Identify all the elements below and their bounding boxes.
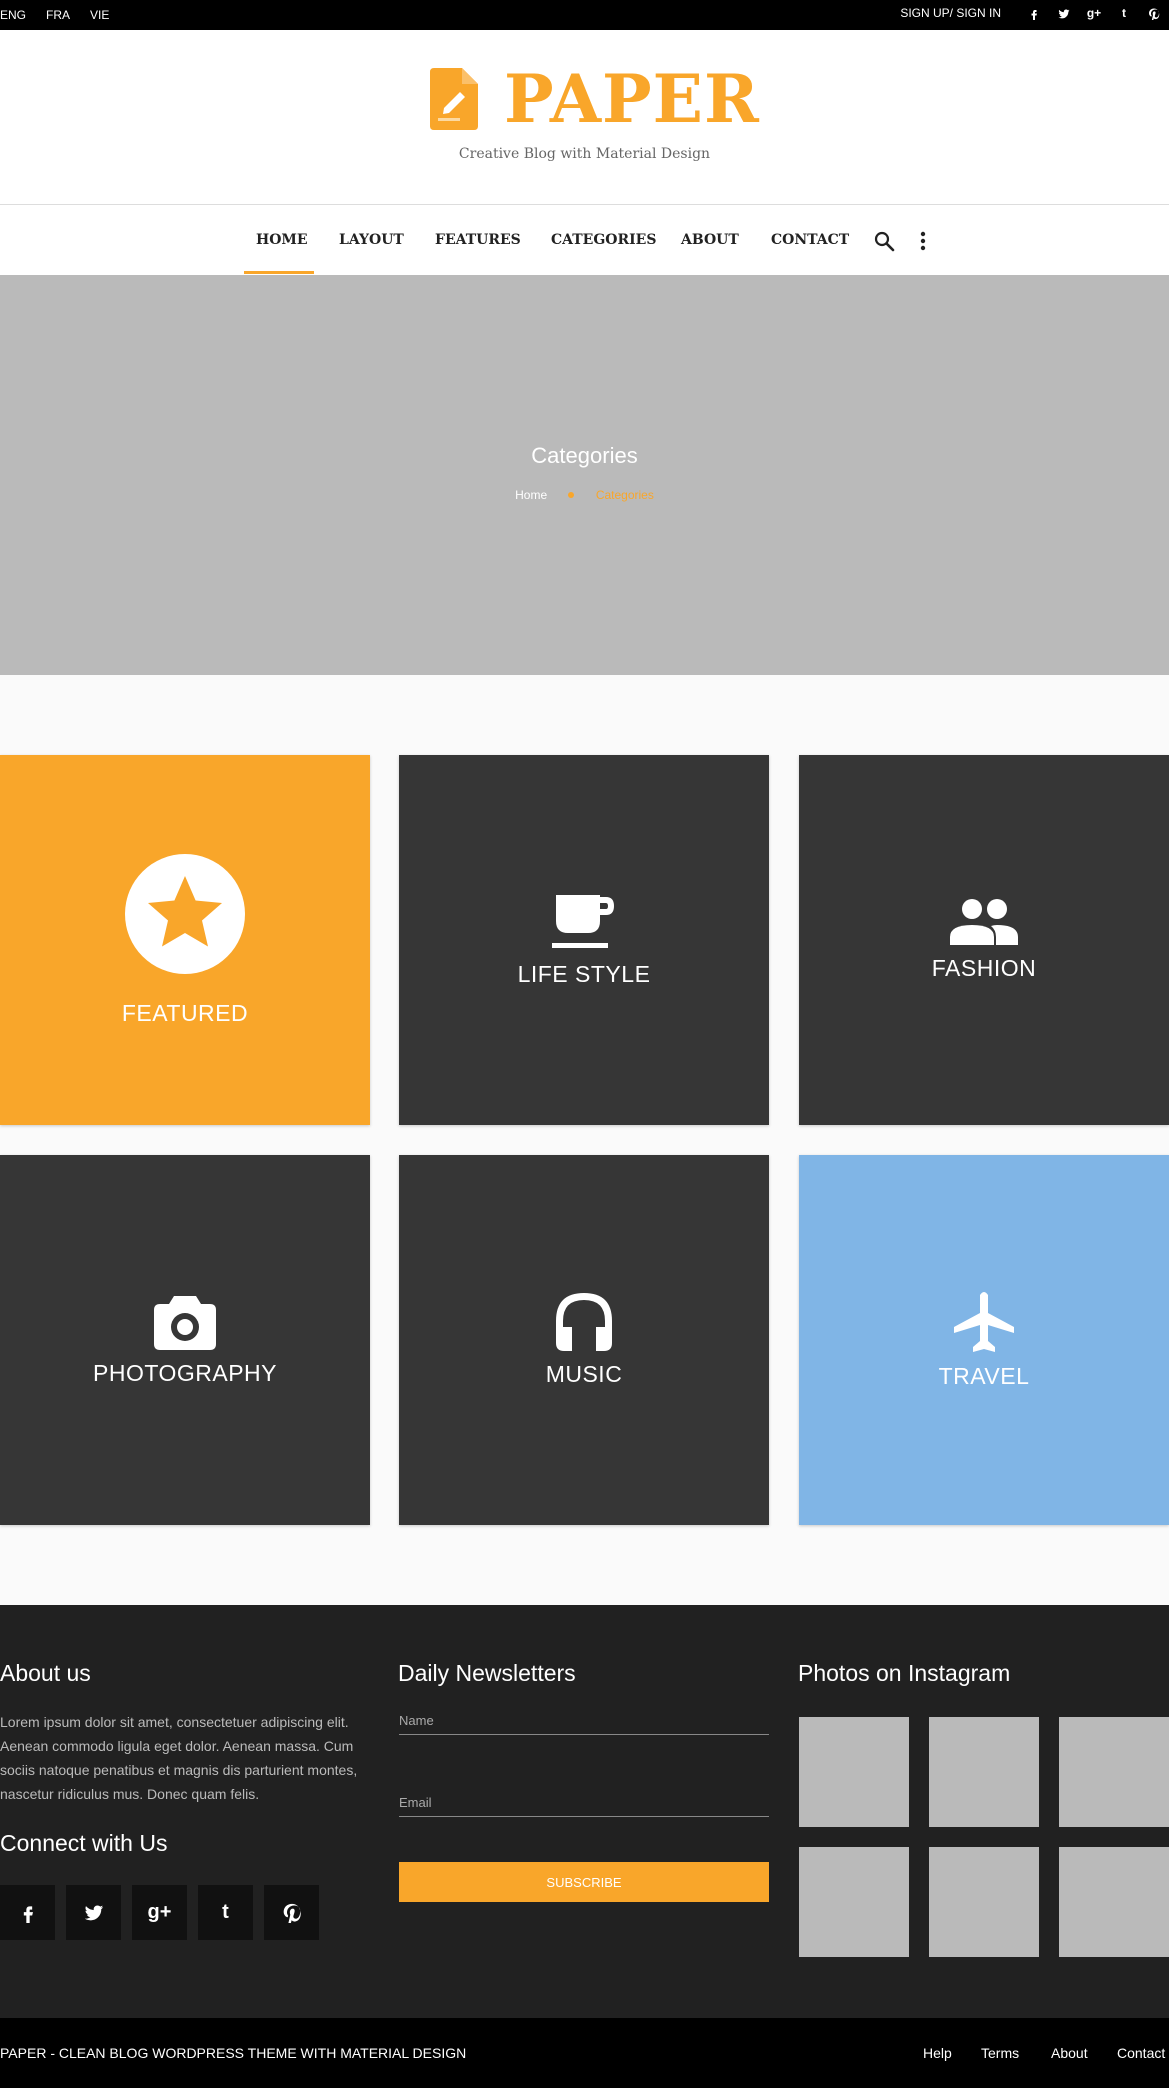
top-right-links: SIGN UP/ SIGN IN g+ t	[900, 6, 1169, 23]
category-label: MUSIC	[545, 1360, 623, 1387]
breadcrumb: Home Categories	[0, 488, 1169, 502]
pinterest-icon[interactable]	[1139, 6, 1169, 23]
site-tagline: Creative Blog with Material Design	[458, 146, 711, 162]
people-icon	[950, 898, 1018, 945]
footer-link-help[interactable]: Help	[923, 2045, 952, 2061]
nav-item-about[interactable]: ABOUT	[681, 232, 739, 248]
instagram-photo[interactable]	[799, 1847, 909, 1957]
nav-item-layout[interactable]: LAYOUT	[339, 232, 404, 248]
top-bar: ENG FRA VIE SIGN UP/ SIGN IN g+ t	[0, 0, 1169, 30]
google-plus-icon: g+	[147, 1901, 172, 1923]
site-footer: About us Lorem ipsum dolor sit amet, con…	[0, 1605, 1169, 2018]
page-hero: Categories Home Categories	[0, 275, 1169, 675]
tumblr-icon: t	[222, 1901, 229, 1923]
footer-twitter-button[interactable]	[66, 1885, 121, 1940]
category-label: FEATURED	[121, 999, 249, 1026]
twitter-icon	[84, 1905, 103, 1920]
category-tile-fashion[interactable]: FASHION	[799, 755, 1169, 1125]
main-navigation: HOME LAYOUT FEATURES CATEGORIES ABOUT CO…	[0, 205, 1169, 275]
page-title: Categories	[531, 443, 638, 468]
breadcrumb-home[interactable]: Home	[515, 488, 547, 502]
bottom-bar: PAPER - CLEAN BLOG WORDPRESS THEME WITH …	[0, 2018, 1169, 2088]
newsletter-name-input[interactable]	[399, 1707, 769, 1735]
footer-pinterest-button[interactable]	[264, 1885, 319, 1940]
facebook-icon[interactable]	[1019, 6, 1049, 20]
instagram-photo[interactable]	[1059, 1717, 1169, 1827]
language-eng[interactable]: ENG	[0, 8, 26, 22]
footer-link-about[interactable]: About	[1051, 2045, 1088, 2061]
category-tile-featured[interactable]: FEATURED	[0, 755, 370, 1125]
category-label: LIFE STYLE	[517, 960, 651, 987]
copyright-text: PAPER - CLEAN BLOG WORDPRESS THEME WITH …	[0, 2045, 467, 2061]
tumblr-icon[interactable]: t	[1109, 6, 1139, 20]
newsletter-email-input[interactable]	[399, 1789, 769, 1817]
pinterest-icon	[283, 1903, 301, 1923]
nav-item-contact[interactable]: CONTACT	[771, 232, 849, 248]
site-logo[interactable]: PAPER	[430, 66, 760, 132]
signin-link[interactable]: SIGN UP/ SIGN IN	[900, 6, 1001, 20]
headphones-icon	[556, 1292, 612, 1351]
language-vie[interactable]: VIE	[90, 8, 109, 22]
category-label: PHOTOGRAPHY	[93, 1359, 277, 1386]
airplane-icon	[954, 1291, 1014, 1352]
document-pencil-icon	[430, 68, 478, 130]
category-tile-travel[interactable]: TRAVEL	[799, 1155, 1169, 1525]
coffee-cup-icon	[552, 894, 614, 948]
language-switcher: ENG FRA VIE	[0, 8, 109, 22]
about-us-heading: About us	[0, 1660, 91, 1686]
footer-tumblr-button[interactable]: t	[198, 1885, 253, 1940]
google-plus-icon[interactable]: g+	[1079, 6, 1109, 20]
subscribe-button[interactable]: SUBSCRIBE	[399, 1862, 769, 1902]
category-label: TRAVEL	[938, 1362, 1030, 1389]
language-fra[interactable]: FRA	[46, 8, 70, 22]
category-tile-photography[interactable]: PHOTOGRAPHY	[0, 1155, 370, 1525]
nav-item-home[interactable]: HOME	[256, 232, 308, 248]
site-header: PAPER Creative Blog with Material Design	[0, 30, 1169, 205]
instagram-photo[interactable]	[1059, 1847, 1169, 1957]
camera-icon	[154, 1295, 216, 1350]
category-tile-life-style[interactable]: LIFE STYLE	[399, 755, 769, 1125]
breadcrumb-separator	[568, 492, 575, 498]
footer-facebook-button[interactable]	[0, 1885, 55, 1940]
footer-google-plus-button[interactable]: g+	[132, 1885, 187, 1940]
instagram-photo[interactable]	[929, 1847, 1039, 1957]
more-vertical-icon[interactable]	[914, 229, 932, 253]
star-icon	[125, 853, 245, 974]
nav-item-categories[interactable]: CATEGORIES	[551, 232, 656, 248]
logo-text: PAPER	[504, 60, 760, 138]
instagram-heading: Photos on Instagram	[798, 1660, 1011, 1686]
instagram-photo[interactable]	[799, 1717, 909, 1827]
nav-item-features[interactable]: FEATURES	[435, 232, 521, 248]
footer-link-terms[interactable]: Terms	[981, 2045, 1019, 2061]
category-label: FASHION	[931, 954, 1037, 981]
instagram-photo[interactable]	[929, 1717, 1039, 1827]
facebook-icon	[23, 1905, 33, 1923]
category-tile-music[interactable]: MUSIC	[399, 1155, 769, 1525]
about-us-text: Lorem ipsum dolor sit amet, consectetuer…	[0, 1714, 358, 1802]
connect-heading: Connect with Us	[0, 1830, 168, 1856]
search-icon[interactable]	[872, 229, 896, 253]
breadcrumb-current: Categories	[595, 488, 654, 502]
newsletter-heading: Daily Newsletters	[398, 1660, 576, 1686]
footer-link-contact[interactable]: Contact	[1117, 2045, 1165, 2061]
active-nav-indicator	[244, 271, 314, 274]
twitter-icon[interactable]	[1049, 6, 1079, 20]
